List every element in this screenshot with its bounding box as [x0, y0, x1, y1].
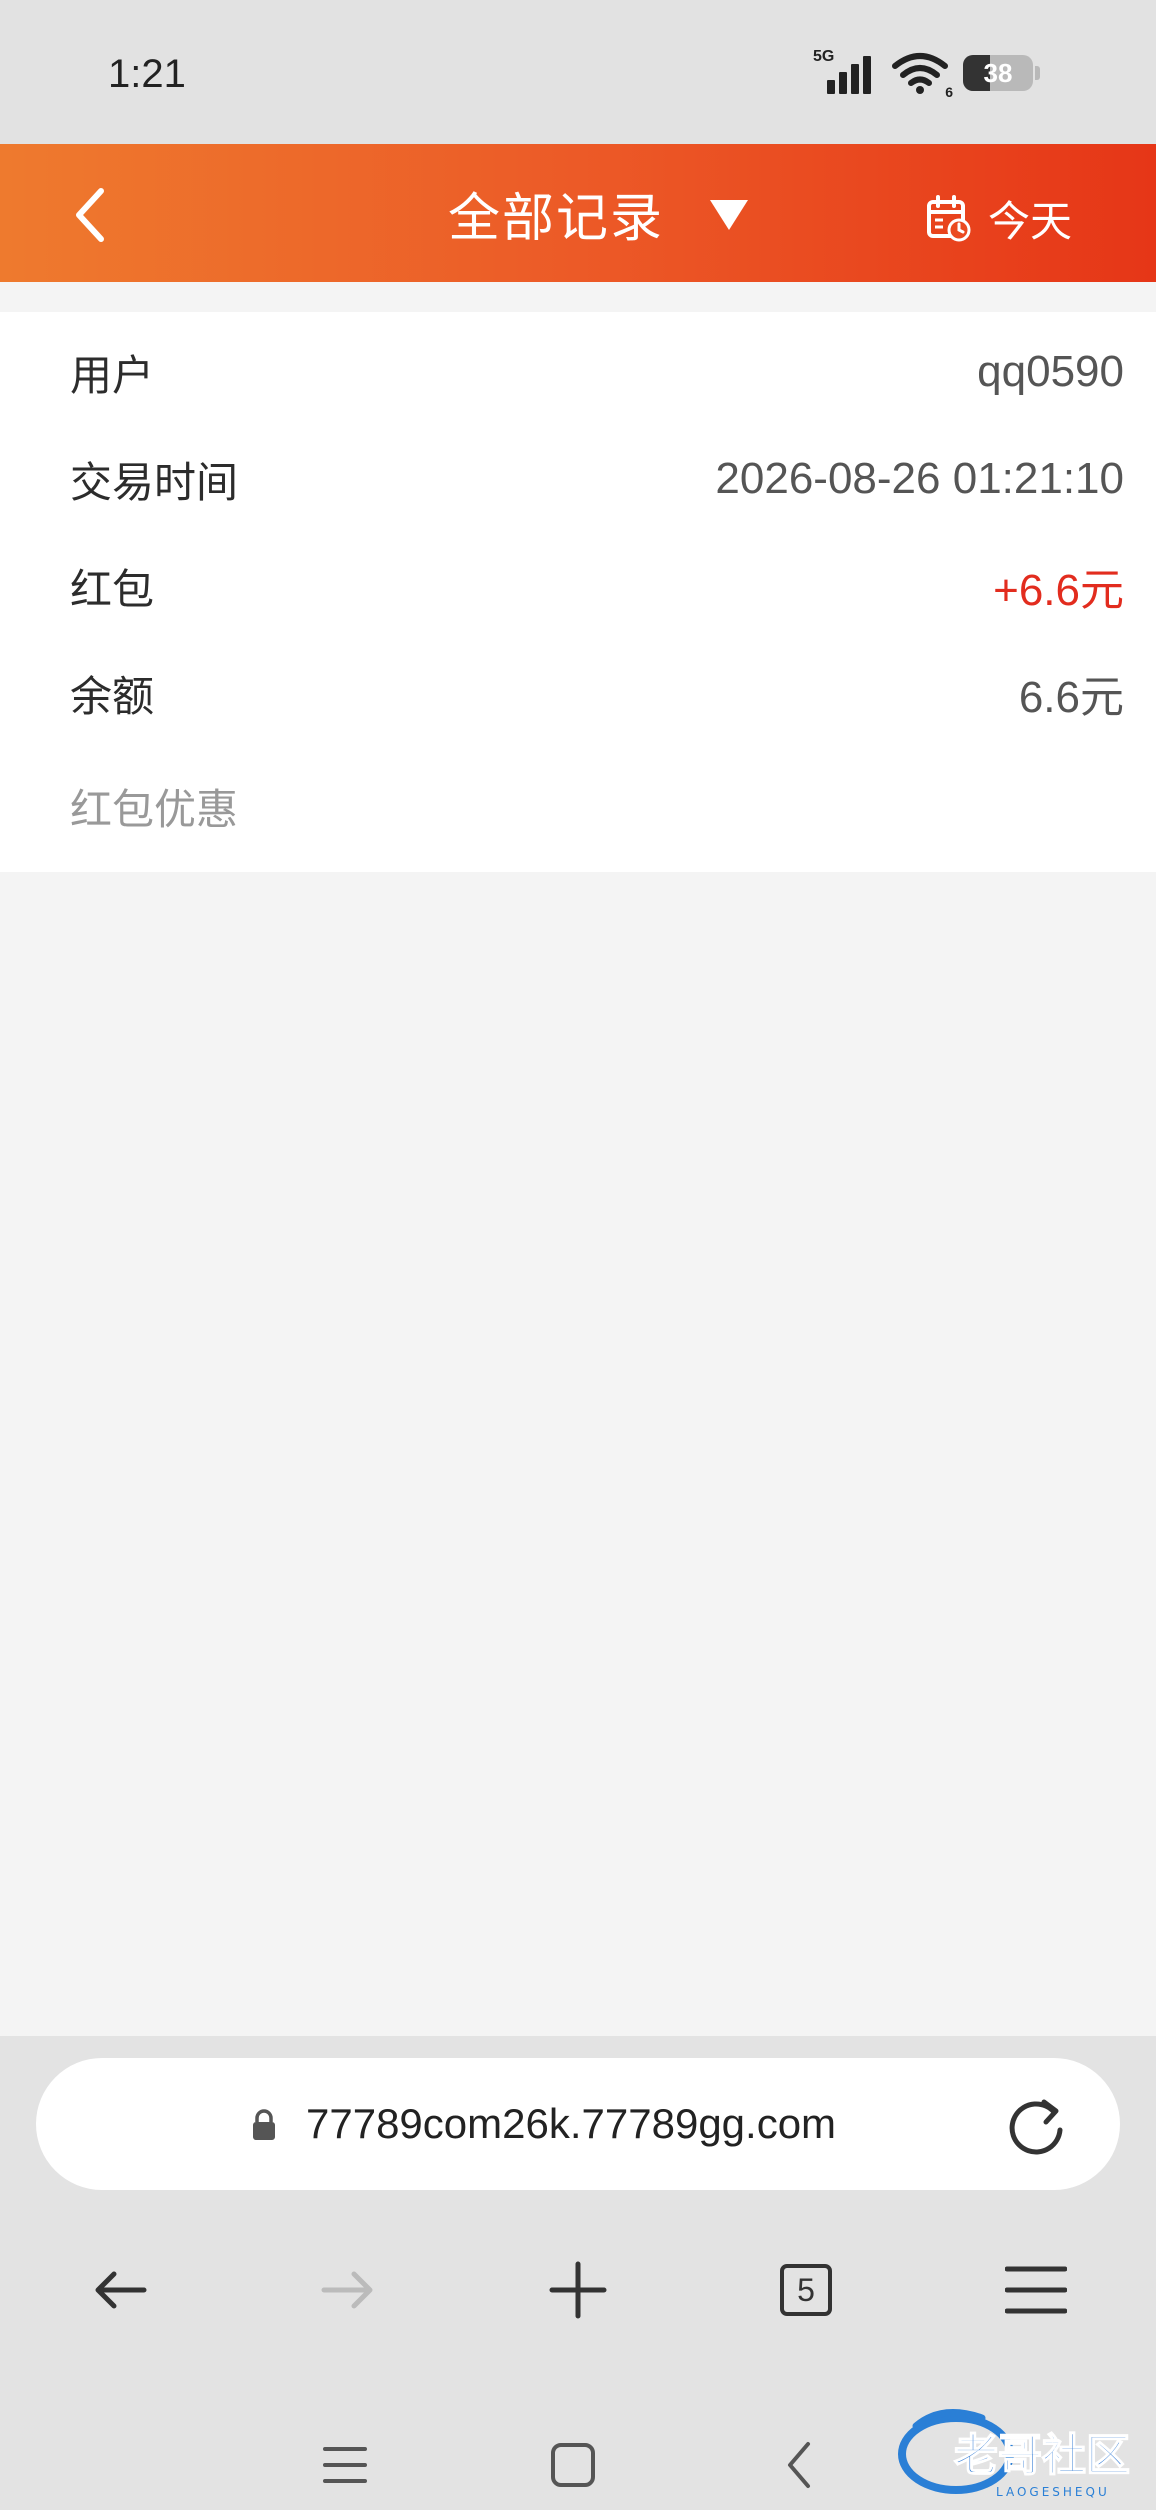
- today-label: 今天: [987, 196, 1072, 246]
- forward-arrow-icon: [321, 2271, 373, 2309]
- url-text: 77789com26k.77789gg.com: [306, 2100, 837, 2147]
- lock-icon: [253, 2109, 275, 2140]
- home-button[interactable]: [538, 2430, 608, 2500]
- date-filter-button[interactable]: 今天: [926, 190, 1072, 246]
- svg-text:LAOGESHEQU: LAOGESHEQU: [996, 2485, 1110, 2499]
- plus-icon: [549, 2261, 607, 2319]
- battery-tip: [1035, 66, 1040, 80]
- row-value-positive: +6.6元: [993, 566, 1124, 615]
- row-label: 余额: [70, 671, 155, 721]
- wifi-icon: 6: [891, 50, 953, 100]
- row-value: 6.6元: [1018, 673, 1124, 722]
- transaction-detail-card: 用户 qq0590 交易时间 2026-08-26 01:21:10 红包 +6…: [0, 312, 1156, 872]
- new-tab-button[interactable]: [538, 2250, 618, 2330]
- menu-icon: [1005, 2266, 1067, 2314]
- transaction-note: 红包优惠: [70, 785, 239, 834]
- system-back-icon: [788, 2442, 810, 2488]
- browser-forward-button[interactable]: [308, 2250, 388, 2330]
- detail-row-balance: 余额 6.6元: [70, 663, 1124, 723]
- signal-icon: 5G: [813, 48, 877, 98]
- row-value: qq0590: [977, 347, 1124, 396]
- row-label: 交易时间: [70, 457, 239, 507]
- page-title: 全部记录: [447, 188, 664, 249]
- watermark-logo: 老哥社区 LAOGESHEQU: [896, 2400, 1146, 2500]
- tabs-button[interactable]: 5: [766, 2250, 846, 2330]
- detail-row-user: 用户 qq0590: [70, 342, 1124, 402]
- row-label: 用户: [70, 350, 155, 400]
- back-arrow-icon: [95, 2271, 147, 2309]
- battery-icon: 38: [963, 55, 1033, 91]
- row-label: 红包: [70, 564, 155, 614]
- detail-row-redpacket: 红包 +6.6元: [70, 556, 1124, 616]
- calendar-clock-icon: [926, 195, 971, 242]
- reload-icon: [1009, 2099, 1063, 2155]
- status-time: 1:21: [108, 52, 186, 96]
- home-icon: [551, 2443, 595, 2487]
- wifi-badge: 6: [945, 84, 953, 100]
- tabs-icon: 5: [780, 2264, 832, 2316]
- reload-button[interactable]: [1002, 2090, 1072, 2160]
- app-header: 全部记录 今天: [0, 144, 1156, 282]
- system-back-button[interactable]: [764, 2430, 834, 2500]
- recents-button[interactable]: [310, 2430, 380, 2500]
- row-value: 2026-08-26 01:21:10: [715, 454, 1124, 503]
- network-type: 5G: [813, 48, 835, 65]
- browser-back-button[interactable]: [80, 2250, 160, 2330]
- recents-icon: [323, 2447, 367, 2483]
- battery-level: 38: [983, 58, 1013, 88]
- detail-row-time: 交易时间 2026-08-26 01:21:10: [70, 449, 1124, 509]
- address-bar[interactable]: 77789com26k.77789gg.com: [36, 2058, 1120, 2190]
- browser-menu-button[interactable]: [996, 2250, 1076, 2330]
- status-icons: 5G 6 38: [813, 48, 1040, 100]
- caret-down-icon: [710, 200, 748, 230]
- status-bar: 1:21 5G 6 38: [0, 0, 1156, 144]
- svg-text:老哥社区: 老哥社区: [954, 2430, 1130, 2481]
